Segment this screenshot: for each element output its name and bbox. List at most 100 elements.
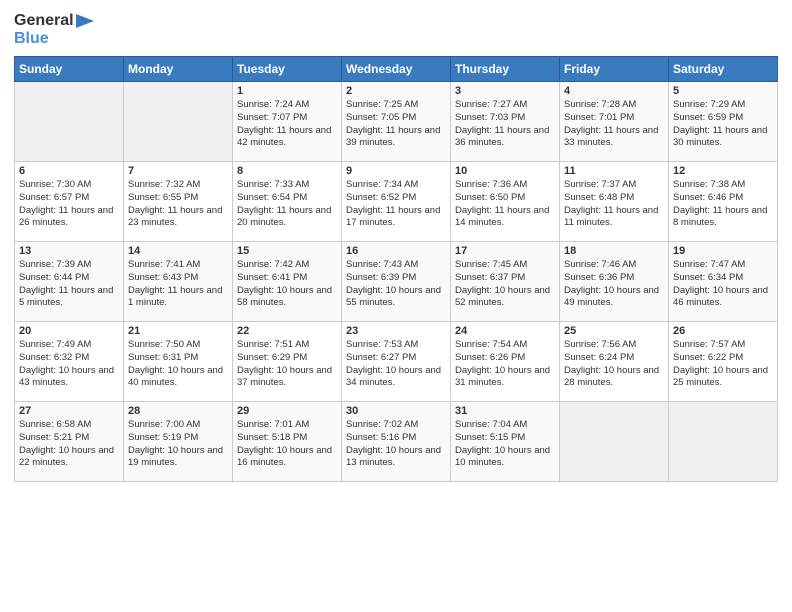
day-number: 13: [19, 245, 119, 257]
header-cell-sunday: Sunday: [15, 57, 124, 82]
day-cell: [124, 82, 233, 162]
day-detail: Sunrise: 7:54 AM Sunset: 6:26 PM Dayligh…: [455, 339, 555, 390]
day-detail: Sunrise: 7:00 AM Sunset: 5:19 PM Dayligh…: [128, 419, 228, 470]
day-cell: [560, 402, 669, 482]
header-cell-monday: Monday: [124, 57, 233, 82]
day-detail: Sunrise: 7:04 AM Sunset: 5:15 PM Dayligh…: [455, 419, 555, 470]
calendar-header: SundayMondayTuesdayWednesdayThursdayFrid…: [15, 57, 778, 82]
day-detail: Sunrise: 7:43 AM Sunset: 6:39 PM Dayligh…: [346, 259, 446, 310]
day-cell: 17 Sunrise: 7:45 AM Sunset: 6:37 PM Dayli…: [451, 242, 560, 322]
day-cell: 31Sunrise: 7:04 AM Sunset: 5:15 PM Dayli…: [451, 402, 560, 482]
week-row-1: 1 Sunrise: 7:24 AM Sunset: 7:07 PM Daylig…: [15, 82, 778, 162]
day-cell: 4 Sunrise: 7:28 AM Sunset: 7:01 PM Daylig…: [560, 82, 669, 162]
header-row: SundayMondayTuesdayWednesdayThursdayFrid…: [15, 57, 778, 82]
day-cell: 26Sunrise: 7:57 AM Sunset: 6:22 PM Dayli…: [669, 322, 778, 402]
day-cell: 3Sunrise: 7:27 AM Sunset: 7:03 PM Daylig…: [451, 82, 560, 162]
week-row-2: 6 Sunrise: 7:30 AM Sunset: 6:57 PM Daylig…: [15, 162, 778, 242]
day-detail: Sunrise: 7:28 AM Sunset: 7:01 PM Dayligh…: [564, 99, 664, 150]
day-detail: Sunrise: 7:02 AM Sunset: 5:16 PM Dayligh…: [346, 419, 446, 470]
day-cell: 16Sunrise: 7:43 AM Sunset: 6:39 PM Dayli…: [342, 242, 451, 322]
day-number: 12: [673, 165, 773, 177]
day-detail: Sunrise: 7:57 AM Sunset: 6:22 PM Dayligh…: [673, 339, 773, 390]
day-cell: 13 Sunrise: 7:39 AM Sunset: 6:44 PM Dayli…: [15, 242, 124, 322]
day-cell: 18 Sunrise: 7:46 AM Sunset: 6:36 PM Dayli…: [560, 242, 669, 322]
day-detail: Sunrise: 7:37 AM Sunset: 6:48 PM Dayligh…: [564, 179, 664, 230]
day-cell: 10Sunrise: 7:36 AM Sunset: 6:50 PM Dayli…: [451, 162, 560, 242]
day-cell: 20 Sunrise: 7:49 AM Sunset: 6:32 PM Dayli…: [15, 322, 124, 402]
day-number: 6: [19, 165, 119, 177]
day-detail: Sunrise: 7:39 AM Sunset: 6:44 PM Dayligh…: [19, 259, 119, 310]
day-cell: 8Sunrise: 7:33 AM Sunset: 6:54 PM Daylig…: [233, 162, 342, 242]
page: General Blue SundayMondayTuesdayWednesda…: [0, 0, 792, 612]
day-number: 22: [237, 325, 337, 337]
day-cell: 21Sunrise: 7:50 AM Sunset: 6:31 PM Dayli…: [124, 322, 233, 402]
day-detail: Sunrise: 7:36 AM Sunset: 6:50 PM Dayligh…: [455, 179, 555, 230]
day-detail: Sunrise: 7:46 AM Sunset: 6:36 PM Dayligh…: [564, 259, 664, 310]
day-detail: Sunrise: 7:49 AM Sunset: 6:32 PM Dayligh…: [19, 339, 119, 390]
day-detail: Sunrise: 7:56 AM Sunset: 6:24 PM Dayligh…: [564, 339, 664, 390]
logo: General Blue: [14, 12, 94, 48]
header-cell-tuesday: Tuesday: [233, 57, 342, 82]
header-cell-friday: Friday: [560, 57, 669, 82]
day-cell: 6 Sunrise: 7:30 AM Sunset: 6:57 PM Daylig…: [15, 162, 124, 242]
day-detail: Sunrise: 7:50 AM Sunset: 6:31 PM Dayligh…: [128, 339, 228, 390]
week-row-4: 20 Sunrise: 7:49 AM Sunset: 6:32 PM Dayli…: [15, 322, 778, 402]
logo-general: General: [14, 12, 74, 30]
day-cell: 30 Sunrise: 7:02 AM Sunset: 5:16 PM Dayli…: [342, 402, 451, 482]
week-row-3: 13 Sunrise: 7:39 AM Sunset: 6:44 PM Dayli…: [15, 242, 778, 322]
day-detail: Sunrise: 7:01 AM Sunset: 5:18 PM Dayligh…: [237, 419, 337, 470]
day-number: 19: [673, 245, 773, 257]
calendar-table: SundayMondayTuesdayWednesdayThursdayFrid…: [14, 56, 778, 482]
day-number: 23: [346, 325, 446, 337]
day-number: 14: [128, 245, 228, 257]
day-detail: Sunrise: 7:38 AM Sunset: 6:46 PM Dayligh…: [673, 179, 773, 230]
day-number: 30: [346, 405, 446, 417]
day-detail: Sunrise: 7:24 AM Sunset: 7:07 PM Dayligh…: [237, 99, 337, 150]
week-row-5: 27 Sunrise: 6:58 AM Sunset: 5:21 PM Dayli…: [15, 402, 778, 482]
day-detail: Sunrise: 7:30 AM Sunset: 6:57 PM Dayligh…: [19, 179, 119, 230]
day-cell: [15, 82, 124, 162]
logo-arrow: [76, 14, 94, 28]
day-cell: [669, 402, 778, 482]
header: General Blue: [14, 12, 778, 48]
day-cell: 23 Sunrise: 7:53 AM Sunset: 6:27 PM Dayli…: [342, 322, 451, 402]
day-detail: Sunrise: 7:45 AM Sunset: 6:37 PM Dayligh…: [455, 259, 555, 310]
day-detail: Sunrise: 7:29 AM Sunset: 6:59 PM Dayligh…: [673, 99, 773, 150]
header-cell-saturday: Saturday: [669, 57, 778, 82]
calendar-body: 1 Sunrise: 7:24 AM Sunset: 7:07 PM Daylig…: [15, 82, 778, 482]
day-cell: 27 Sunrise: 6:58 AM Sunset: 5:21 PM Dayli…: [15, 402, 124, 482]
day-detail: Sunrise: 7:42 AM Sunset: 6:41 PM Dayligh…: [237, 259, 337, 310]
day-cell: 11 Sunrise: 7:37 AM Sunset: 6:48 PM Dayli…: [560, 162, 669, 242]
header-cell-wednesday: Wednesday: [342, 57, 451, 82]
day-number: 4: [564, 85, 664, 97]
day-detail: Sunrise: 7:27 AM Sunset: 7:03 PM Dayligh…: [455, 99, 555, 150]
day-number: 27: [19, 405, 119, 417]
day-detail: Sunrise: 7:25 AM Sunset: 7:05 PM Dayligh…: [346, 99, 446, 150]
day-detail: Sunrise: 7:34 AM Sunset: 6:52 PM Dayligh…: [346, 179, 446, 230]
day-number: 9: [346, 165, 446, 177]
day-detail: Sunrise: 7:53 AM Sunset: 6:27 PM Dayligh…: [346, 339, 446, 390]
day-cell: 24 Sunrise: 7:54 AM Sunset: 6:26 PM Dayli…: [451, 322, 560, 402]
day-detail: Sunrise: 7:32 AM Sunset: 6:55 PM Dayligh…: [128, 179, 228, 230]
day-number: 18: [564, 245, 664, 257]
day-cell: 5Sunrise: 7:29 AM Sunset: 6:59 PM Daylig…: [669, 82, 778, 162]
day-number: 25: [564, 325, 664, 337]
day-detail: Sunrise: 7:47 AM Sunset: 6:34 PM Dayligh…: [673, 259, 773, 310]
day-cell: 14Sunrise: 7:41 AM Sunset: 6:43 PM Dayli…: [124, 242, 233, 322]
day-number: 1: [237, 85, 337, 97]
day-number: 24: [455, 325, 555, 337]
day-number: 11: [564, 165, 664, 177]
day-cell: 15 Sunrise: 7:42 AM Sunset: 6:41 PM Dayli…: [233, 242, 342, 322]
logo-blue: Blue: [14, 30, 49, 48]
day-number: 17: [455, 245, 555, 257]
day-number: 20: [19, 325, 119, 337]
day-number: 15: [237, 245, 337, 257]
day-cell: 1 Sunrise: 7:24 AM Sunset: 7:07 PM Daylig…: [233, 82, 342, 162]
day-cell: 7 Sunrise: 7:32 AM Sunset: 6:55 PM Daylig…: [124, 162, 233, 242]
day-number: 28: [128, 405, 228, 417]
day-detail: Sunrise: 6:58 AM Sunset: 5:21 PM Dayligh…: [19, 419, 119, 470]
day-detail: Sunrise: 7:51 AM Sunset: 6:29 PM Dayligh…: [237, 339, 337, 390]
day-cell: 22 Sunrise: 7:51 AM Sunset: 6:29 PM Dayli…: [233, 322, 342, 402]
day-cell: 29Sunrise: 7:01 AM Sunset: 5:18 PM Dayli…: [233, 402, 342, 482]
day-number: 7: [128, 165, 228, 177]
